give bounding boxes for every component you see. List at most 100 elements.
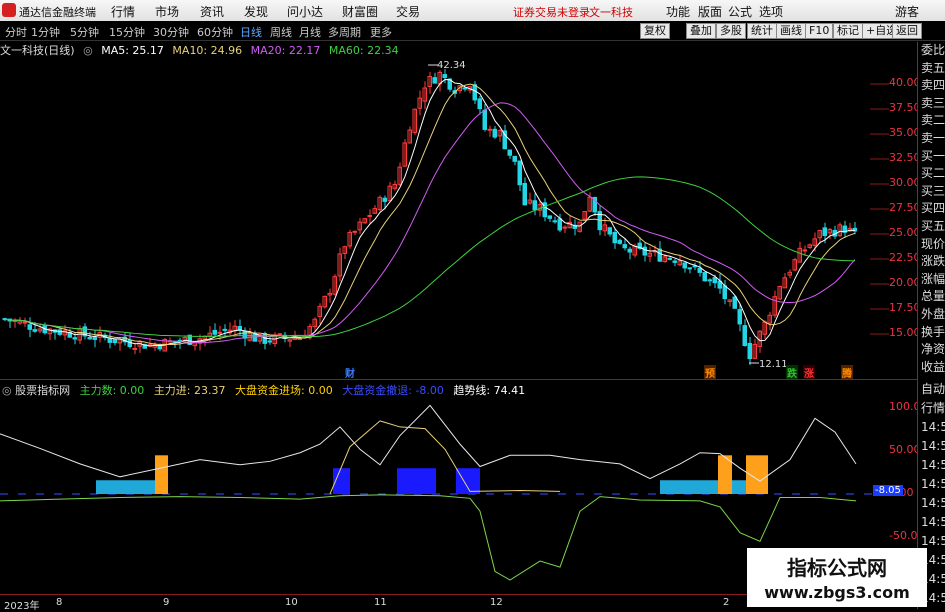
candle-down (737, 309, 742, 325)
event-marker[interactable]: 财 (344, 365, 356, 380)
quote-field-label: 买一 (921, 148, 945, 163)
menu-function[interactable]: 功能 (666, 3, 690, 20)
price-tick-label: 25.00 (889, 226, 921, 239)
candle-down (212, 329, 217, 335)
candle-down (462, 87, 467, 90)
candle-down (107, 337, 112, 343)
menu-layout[interactable]: 版面 (698, 3, 722, 20)
candle-down (552, 220, 557, 223)
period-tab[interactable]: 更多 (370, 24, 392, 40)
tick-time-label: 14:50 (921, 420, 945, 434)
period-tab[interactable]: 多周期 (328, 24, 361, 40)
candle-up (367, 214, 372, 217)
candle-down (57, 329, 62, 335)
period-tab[interactable]: 60分钟 (197, 24, 233, 40)
high-price-label: 42.34 (437, 60, 466, 71)
login-notice[interactable]: 证券交易未登录 (513, 4, 590, 20)
candle-down (92, 336, 97, 341)
main-count-line (0, 494, 857, 581)
quote-field-label: 总量 (921, 289, 945, 304)
candle-down (747, 342, 752, 360)
tick-time-label: 14:50 (921, 496, 945, 510)
menu-news[interactable]: 资讯 (200, 3, 224, 20)
fuquan-button[interactable]: 复权 (640, 23, 670, 39)
candle-down (722, 285, 727, 300)
multi-stock-button[interactable]: 多股 (716, 23, 746, 39)
notice-stock[interactable]: 文一科技 (589, 4, 633, 20)
candle-up (487, 128, 492, 131)
indicator-bar (397, 468, 436, 494)
date-label: 2023年 (4, 601, 40, 612)
kline-chart[interactable]: 42.34 12.11 (0, 56, 889, 378)
indicator-bar (155, 455, 168, 494)
candle-down (622, 244, 627, 249)
quote-field-label: 卖四 (921, 78, 945, 93)
menu-guest[interactable]: 游客 (895, 3, 919, 20)
ma10-line (4, 83, 856, 346)
event-marker[interactable]: 预 (704, 365, 716, 380)
candle-down (672, 260, 677, 263)
menu-options[interactable]: 选项 (759, 3, 783, 20)
candle-down (687, 267, 692, 270)
f10-button[interactable]: F10 (805, 23, 834, 39)
stats-button[interactable]: 统计 (747, 23, 777, 39)
quote-field-label: 收益 (921, 359, 945, 374)
candle-down (432, 77, 437, 84)
ma-info-line: 文一科技(日线) ◎ MA5: 25.17 MA10: 24.96 MA20: … (0, 42, 404, 57)
quote-field-label: 卖二 (921, 113, 945, 128)
candle-down (682, 262, 687, 269)
menu-ask[interactable]: 问小达 (287, 3, 323, 20)
date-label: 12 (490, 597, 503, 608)
quote-field-label: 净资 (921, 342, 945, 357)
period-tab[interactable]: 月线 (299, 24, 321, 40)
quote-field-label: 换手 (921, 324, 945, 339)
price-tick-label: 15.00 (889, 326, 921, 339)
candle-up (217, 331, 222, 334)
event-marker[interactable]: 腾 (841, 365, 853, 380)
event-marker[interactable]: 涨 (803, 365, 815, 380)
back-button[interactable]: 返回 (892, 23, 922, 39)
app-logo-icon (2, 3, 16, 17)
tick-time-label: 14:50 (921, 458, 945, 472)
menu-formula[interactable]: 公式 (728, 3, 752, 20)
quote-side-panel: 委比 卖五 卖四 卖三 卖二 卖一 买一 买二 买三 买四 买五 现价 涨跌 涨幅 总量 外盘 换手 净资 收益 (917, 42, 945, 380)
main-inflow-line (329, 420, 561, 495)
period-tab[interactable]: 1分钟 (31, 24, 60, 40)
overlay-button[interactable]: 叠加 (686, 23, 716, 39)
menu-discover[interactable]: 发现 (244, 3, 268, 20)
period-tab[interactable]: 分时 (5, 24, 27, 40)
price-tick-label: 30.00 (889, 176, 921, 189)
date-label: 9 (163, 597, 170, 608)
period-tab[interactable]: 15分钟 (109, 24, 145, 40)
candle-down (517, 160, 522, 186)
price-tick-label: 20.00 (889, 276, 921, 289)
app-title: 通达信金融终端 (19, 6, 96, 19)
tick-time-label: 自动 (921, 382, 945, 396)
quote-field-label: 现价 (921, 236, 945, 251)
date-label: 8 (56, 597, 63, 608)
menu-quotes[interactable]: 行情 (111, 3, 135, 20)
draw-button[interactable]: 画线 (776, 23, 806, 39)
quote-field-label: 卖五 (921, 60, 945, 75)
period-tab[interactable]: 5分钟 (70, 24, 99, 40)
period-tab-active[interactable]: 日线 (240, 24, 262, 40)
candle-down (512, 155, 517, 162)
price-tick-label: 35.00 (889, 126, 921, 139)
price-tick-label: 32.50 (889, 151, 921, 164)
menu-market[interactable]: 市场 (155, 3, 179, 20)
candle-down (32, 329, 37, 332)
event-marker[interactable]: 跌 (786, 365, 798, 380)
tick-time-label: 14:50 (921, 515, 945, 529)
period-tab[interactable]: 周线 (270, 24, 292, 40)
price-tick-label: 40.00 (889, 76, 921, 89)
candle-down (72, 337, 77, 340)
menu-wealth[interactable]: 财富圈 (342, 3, 378, 20)
mark-button[interactable]: 标记 (833, 23, 863, 39)
date-label: 2 (723, 597, 730, 608)
period-tab[interactable]: 30分钟 (153, 24, 189, 40)
candle-down (557, 218, 562, 231)
price-tick-label: 17.50 (889, 301, 921, 314)
menu-trade[interactable]: 交易 (396, 3, 420, 20)
price-tick-label: 37.50 (889, 101, 921, 114)
indicator-current-value: -8.05 (873, 485, 903, 496)
